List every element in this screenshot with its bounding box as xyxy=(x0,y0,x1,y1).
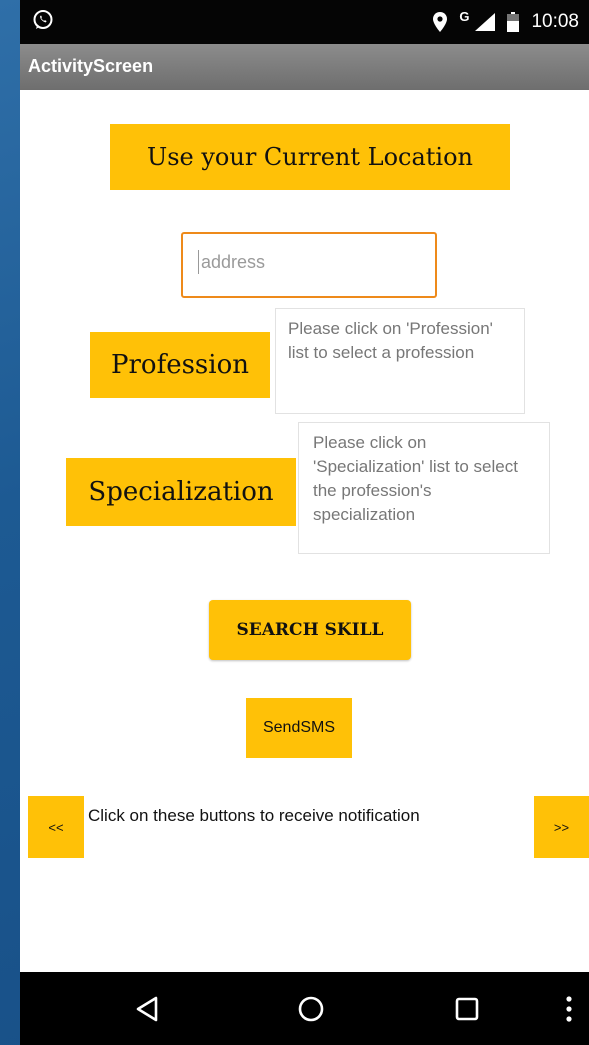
home-icon[interactable] xyxy=(294,992,328,1026)
search-skill-button[interactable]: SEARCH SKILL xyxy=(209,600,411,660)
app-title: ActivityScreen xyxy=(28,56,154,76)
send-sms-button[interactable]: SendSMS xyxy=(246,698,352,758)
signal-icon xyxy=(475,13,496,31)
notification-instruction: Click on these buttons to receive notifi… xyxy=(88,806,420,825)
clock: 10:08 xyxy=(531,11,579,32)
navigation-bar xyxy=(20,972,589,1045)
specialization-button[interactable]: Specialization xyxy=(66,458,296,526)
whatsapp-icon xyxy=(33,10,53,29)
use-current-location-button[interactable]: Use your Current Location xyxy=(110,124,510,190)
status-bar: G 10:08 xyxy=(20,0,589,44)
status-icons: G 10:08 xyxy=(433,8,579,34)
app-bar: ActivityScreen xyxy=(20,44,589,90)
next-notification-button[interactable]: >> xyxy=(534,796,589,858)
battery-icon xyxy=(507,12,520,32)
address-input[interactable] xyxy=(201,248,421,276)
recents-icon[interactable] xyxy=(450,992,484,1026)
network-type-label: G xyxy=(459,8,470,24)
previous-notification-button[interactable]: << xyxy=(28,796,84,858)
profession-button[interactable]: Profession xyxy=(90,332,270,398)
address-field[interactable] xyxy=(181,232,437,298)
location-pin-icon xyxy=(433,12,448,32)
specialization-hint: Please click on 'Specialization' list to… xyxy=(298,422,550,554)
overflow-menu-icon[interactable] xyxy=(552,992,586,1026)
main-content: Use your Current Location Profession Ple… xyxy=(20,90,589,972)
phone-screen: G 10:08 ActivityScreen Use your Current … xyxy=(20,0,589,1045)
text-cursor xyxy=(198,250,199,274)
profession-hint: Please click on 'Profession' list to sel… xyxy=(275,308,525,414)
back-icon[interactable] xyxy=(132,992,166,1026)
